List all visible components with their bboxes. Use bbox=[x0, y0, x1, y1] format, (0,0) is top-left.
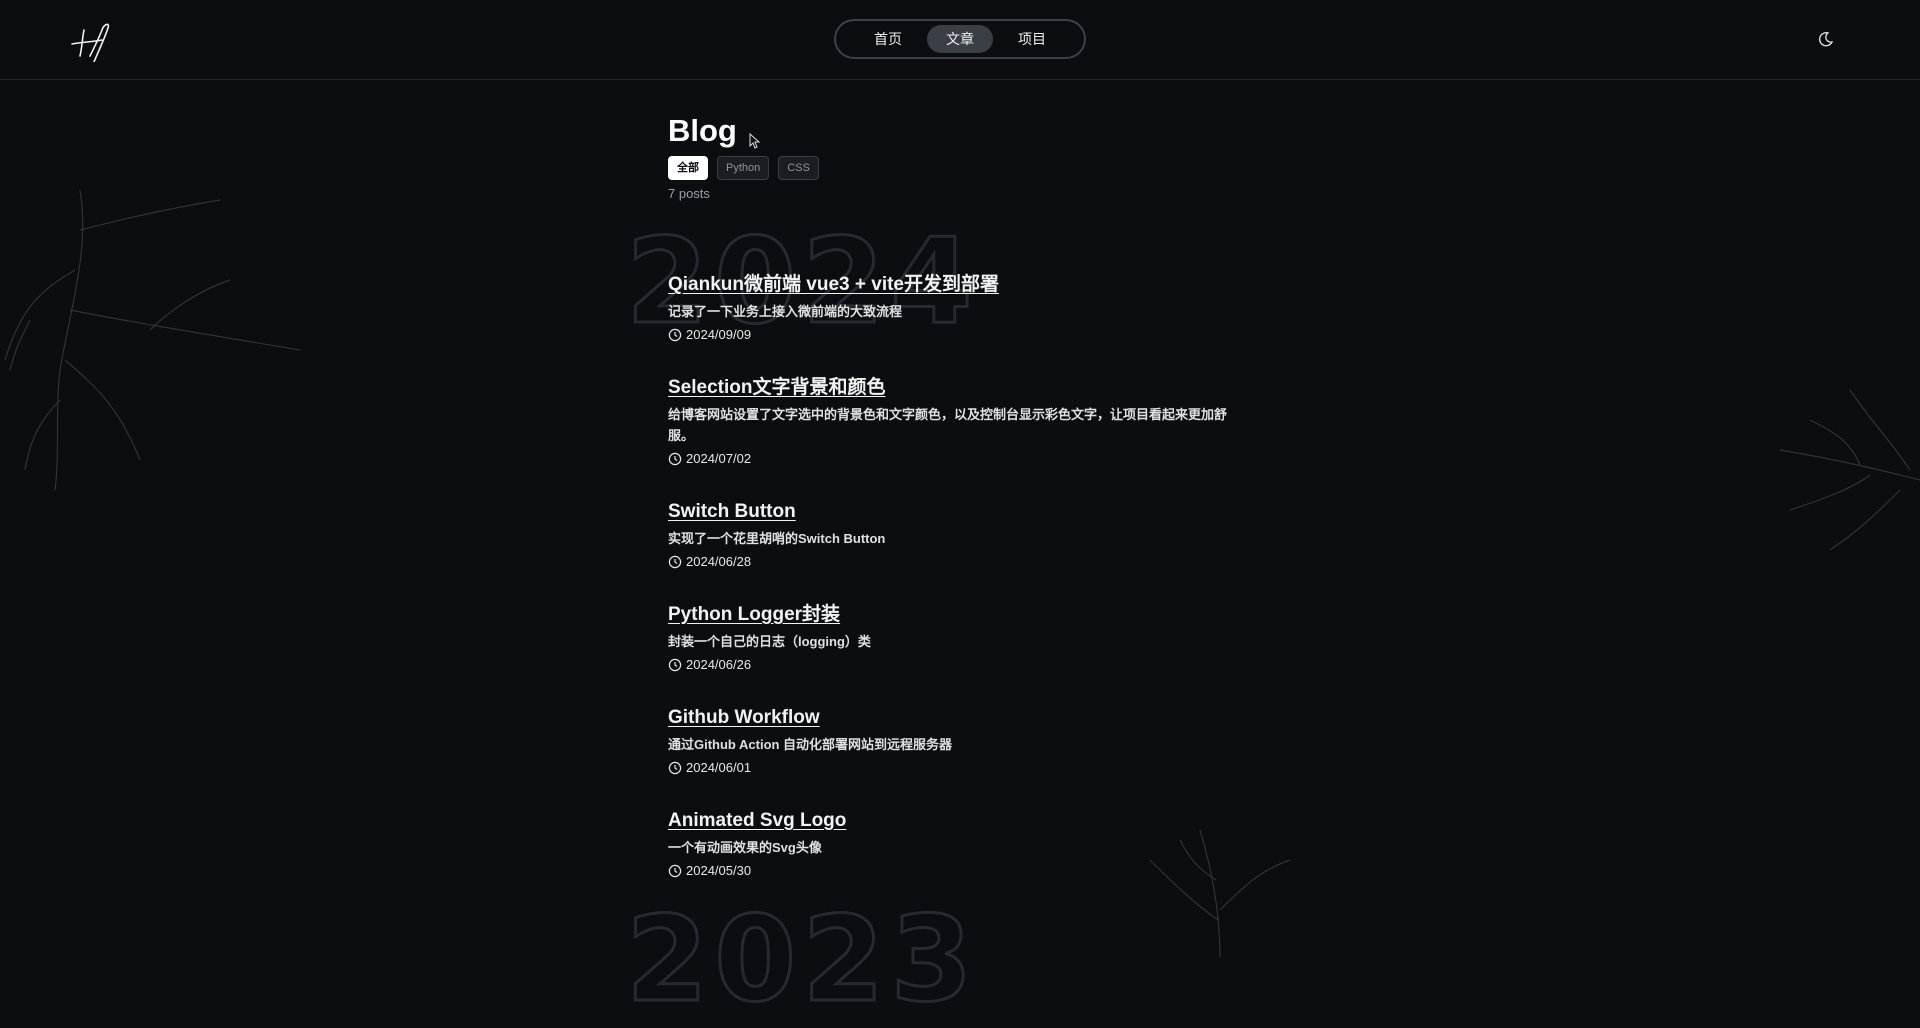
year-watermark-2023: 2023 bbox=[624, 890, 979, 1028]
post-date: 2024/07/02 bbox=[668, 451, 1268, 467]
tag-python[interactable]: Python bbox=[717, 156, 770, 180]
post-date: 2024/06/28 bbox=[668, 554, 1268, 570]
nav-item-articles[interactable]: 文章 bbox=[927, 25, 993, 53]
post-date-text: 2024/06/28 bbox=[686, 554, 752, 569]
post-title-link[interactable]: Animated Svg Logo bbox=[668, 809, 846, 833]
main-nav: 首页 文章 项目 bbox=[834, 19, 1086, 59]
mouse-cursor-icon bbox=[749, 133, 761, 149]
clock-icon bbox=[668, 658, 682, 672]
post-title-link[interactable]: Python Logger封装 bbox=[668, 603, 840, 627]
post-item: Selection文字背景和颜色 给博客网站设置了文字选中的背景色和文字颜色，以… bbox=[668, 376, 1268, 467]
branch-decoration-right bbox=[1779, 389, 1920, 551]
post-item: Github Workflow 通过Github Action 自动化部署网站到… bbox=[668, 706, 1268, 776]
tag-css[interactable]: CSS bbox=[778, 156, 819, 180]
post-title-link[interactable]: Switch Button bbox=[668, 500, 796, 524]
post-date-text: 2024/06/26 bbox=[686, 657, 752, 672]
post-count: 7 posts bbox=[668, 186, 710, 201]
post-date-text: 2024/05/30 bbox=[686, 863, 752, 878]
signature-logo-icon[interactable] bbox=[68, 18, 116, 62]
post-item: Animated Svg Logo 一个有动画效果的Svg头像 2024/05/… bbox=[668, 809, 1268, 879]
post-date: 2024/06/26 bbox=[668, 657, 1268, 673]
nav-item-home[interactable]: 首页 bbox=[855, 25, 921, 53]
nav-item-projects[interactable]: 项目 bbox=[999, 25, 1065, 53]
post-title-link[interactable]: Github Workflow bbox=[668, 706, 820, 730]
post-item: Python Logger封装 封装一个自己的日志（logging）类 2024… bbox=[668, 603, 1268, 673]
post-date-text: 2024/06/01 bbox=[686, 760, 752, 775]
post-date: 2024/09/09 bbox=[668, 327, 1268, 343]
moon-icon[interactable] bbox=[1818, 31, 1834, 47]
tag-all[interactable]: 全部 bbox=[668, 156, 708, 180]
site-header: 首页 文章 项目 bbox=[0, 0, 1920, 80]
post-item: Switch Button 实现了一个花里胡哨的Switch Button 20… bbox=[668, 500, 1268, 570]
clock-icon bbox=[668, 761, 682, 775]
post-date-text: 2024/09/09 bbox=[686, 327, 752, 342]
branch-decoration-left bbox=[4, 189, 301, 491]
post-description: 通过Github Action 自动化部署网站到远程服务器 bbox=[668, 737, 953, 752]
blog-header: Blog 全部 Python CSS 7 posts bbox=[668, 112, 1248, 201]
clock-icon bbox=[668, 864, 682, 878]
post-description: 实现了一个花里胡哨的Switch Button bbox=[668, 531, 886, 546]
post-date: 2024/05/30 bbox=[668, 863, 1268, 879]
post-description: 记录了一下业务上接入微前端的大致流程 bbox=[668, 304, 903, 319]
post-description: 一个有动画效果的Svg头像 bbox=[668, 840, 822, 855]
tag-filter: 全部 Python CSS bbox=[668, 156, 1248, 180]
clock-icon bbox=[668, 555, 682, 569]
post-description: 给博客网站设置了文字选中的背景色和文字颜色，以及控制台显示彩色文字，让项目看起来… bbox=[668, 407, 1228, 443]
clock-icon bbox=[668, 452, 682, 466]
post-title-link[interactable]: Qiankun微前端 vue3 + vite开发到部署 bbox=[668, 273, 999, 297]
clock-icon bbox=[668, 328, 682, 342]
post-title-link[interactable]: Selection文字背景和颜色 bbox=[668, 376, 885, 400]
post-date: 2024/06/01 bbox=[668, 760, 1268, 776]
post-description: 封装一个自己的日志（logging）类 bbox=[668, 634, 871, 649]
post-item: Qiankun微前端 vue3 + vite开发到部署 记录了一下业务上接入微前… bbox=[668, 273, 1268, 343]
post-date-text: 2024/07/02 bbox=[686, 451, 752, 466]
